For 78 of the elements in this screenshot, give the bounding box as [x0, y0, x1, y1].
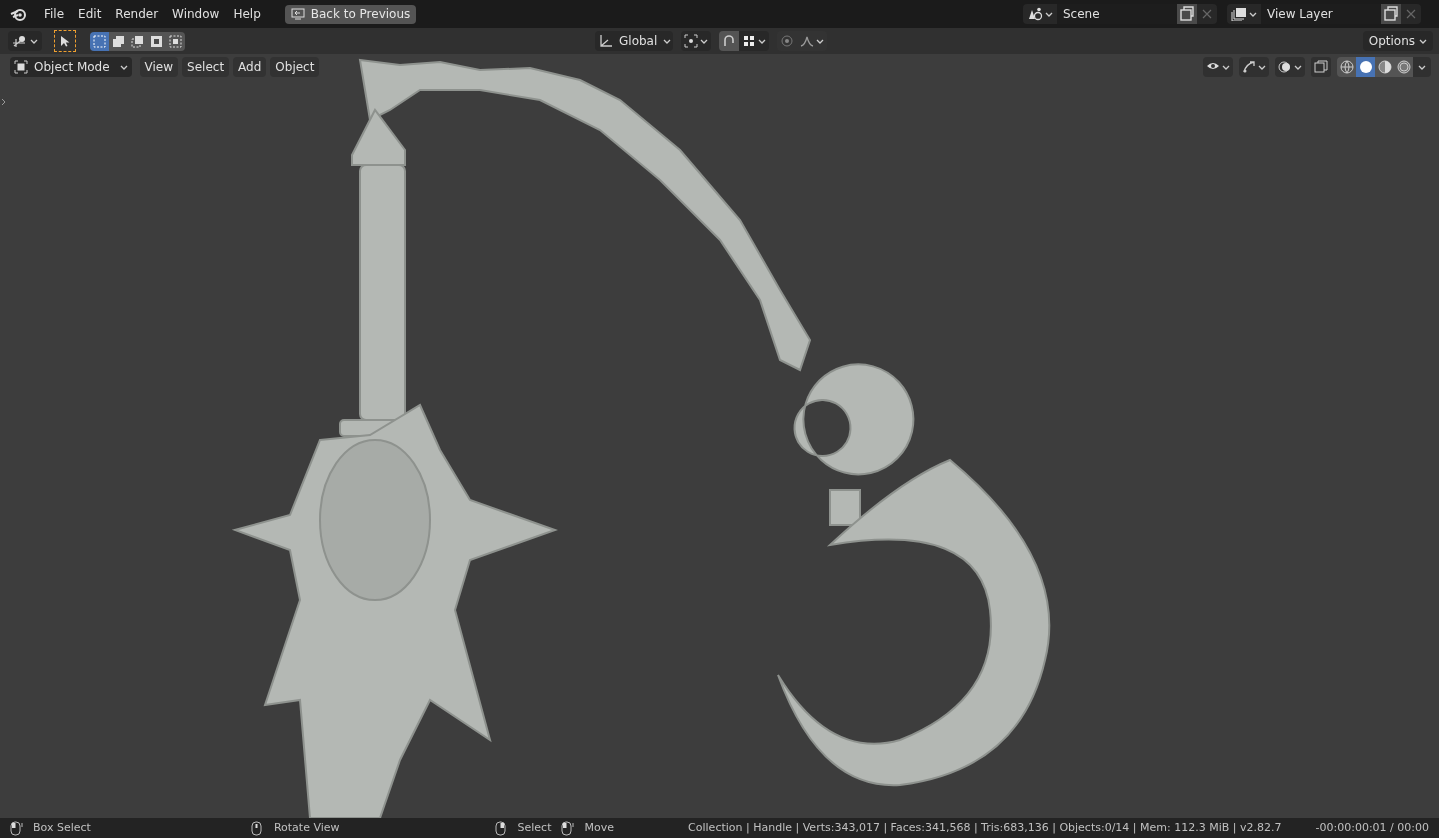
mouse-icon — [561, 820, 575, 836]
caret-icon — [1258, 64, 1266, 70]
selection-mode-button[interactable] — [109, 31, 128, 51]
caret-icon — [119, 64, 128, 70]
gizmo-dropdown[interactable] — [1239, 57, 1269, 77]
menu-item[interactable]: Help — [227, 4, 267, 24]
hint-label: Move — [584, 819, 614, 836]
selection-mode-button[interactable] — [90, 31, 109, 51]
hint-label: Box Select — [33, 819, 91, 836]
caret-icon — [700, 38, 708, 44]
mode-dropdown[interactable]: Object Mode — [10, 57, 132, 77]
object-mode-icon — [14, 60, 28, 74]
caret-icon — [30, 38, 38, 44]
snap-dropdown[interactable] — [739, 31, 769, 51]
scene-statistics: Collection | Handle | Verts:343,017 | Faces:341,568 | Tris:683,136 | Objects:0/14 | Mem: 112.3 MiB | v2.82.7 — [688, 819, 1282, 836]
shading-sphere-icon — [1377, 60, 1392, 74]
shading-options-button[interactable] — [1413, 57, 1431, 77]
overlays-dropdown[interactable] — [1275, 57, 1305, 77]
menu-item[interactable]: Add — [233, 57, 267, 77]
hint-label: Rotate View — [273, 819, 340, 836]
scene-field[interactable]: Scene — [1057, 4, 1177, 24]
mouse-icon — [10, 820, 23, 836]
caret-icon — [1222, 64, 1230, 70]
shading-sphere-icon — [1358, 60, 1373, 74]
selection-mode-icon — [131, 34, 144, 48]
caret-icon — [1045, 11, 1053, 17]
caret-icon — [1249, 11, 1257, 17]
transform-orientation-dropdown[interactable]: Global — [595, 31, 673, 51]
new-copy-icon — [1381, 4, 1401, 24]
menu-item[interactable]: Object — [270, 57, 320, 77]
caret-icon — [663, 38, 672, 44]
3d-viewport-icon — [12, 34, 28, 48]
selection-mode-button[interactable] — [166, 31, 185, 51]
menu-item[interactable]: View — [139, 57, 179, 77]
cursor-icon — [60, 35, 70, 47]
options-dropdown[interactable]: Options — [1362, 31, 1433, 51]
caret-icon — [1418, 64, 1426, 70]
menu-item[interactable]: File — [38, 4, 71, 24]
view-layer-icon — [1231, 7, 1247, 21]
shading-mode-button[interactable] — [1375, 57, 1394, 77]
caret-icon — [758, 38, 766, 44]
mouse-icon — [250, 820, 264, 836]
select-tool-button[interactable] — [54, 30, 76, 52]
shading-mode-button[interactable] — [1337, 57, 1356, 77]
xray-icon — [1311, 57, 1331, 77]
new-copy-icon — [1177, 4, 1197, 24]
caret-icon — [1419, 38, 1427, 44]
hint-label: Select — [517, 819, 552, 836]
frame-time: -00:00:00:01 / 00:00 — [1315, 819, 1429, 836]
shading-sphere-icon — [1396, 60, 1411, 74]
menu-item[interactable]: Render — [109, 4, 165, 24]
scene-icon — [1027, 7, 1043, 21]
caret-icon — [1294, 64, 1302, 70]
pivot-icon — [684, 34, 698, 48]
selection-mode-icon — [93, 34, 106, 48]
axes-icon — [599, 34, 613, 48]
view-layer-field[interactable]: View Layer — [1261, 4, 1381, 24]
grid-dots-icon — [742, 34, 756, 48]
mouse-icon — [494, 820, 508, 836]
selection-mode-icon — [169, 34, 182, 48]
editor-type-button[interactable] — [8, 31, 42, 51]
shading-mode-button[interactable] — [1356, 57, 1375, 77]
back-button[interactable]: Back to Previous — [284, 4, 417, 24]
gizmo-arrow-icon — [1242, 60, 1256, 74]
selection-mode-icon — [150, 34, 163, 48]
menu-item[interactable]: Window — [166, 4, 226, 24]
menu-item[interactable]: Select — [182, 57, 230, 77]
shading-sphere-icon — [1339, 60, 1354, 74]
blender-logo-icon — [10, 7, 26, 21]
falloff-curve-icon — [800, 34, 814, 48]
pivot-point-dropdown[interactable] — [681, 31, 711, 51]
magnet-icon — [719, 31, 739, 51]
overlay-circles-icon — [1278, 60, 1292, 74]
selection-mode-icon — [112, 34, 125, 48]
menu-item[interactable]: Edit — [72, 4, 108, 24]
visibility-dropdown[interactable] — [1203, 57, 1233, 77]
shading-mode-button[interactable] — [1394, 57, 1413, 77]
caret-icon — [816, 38, 824, 44]
